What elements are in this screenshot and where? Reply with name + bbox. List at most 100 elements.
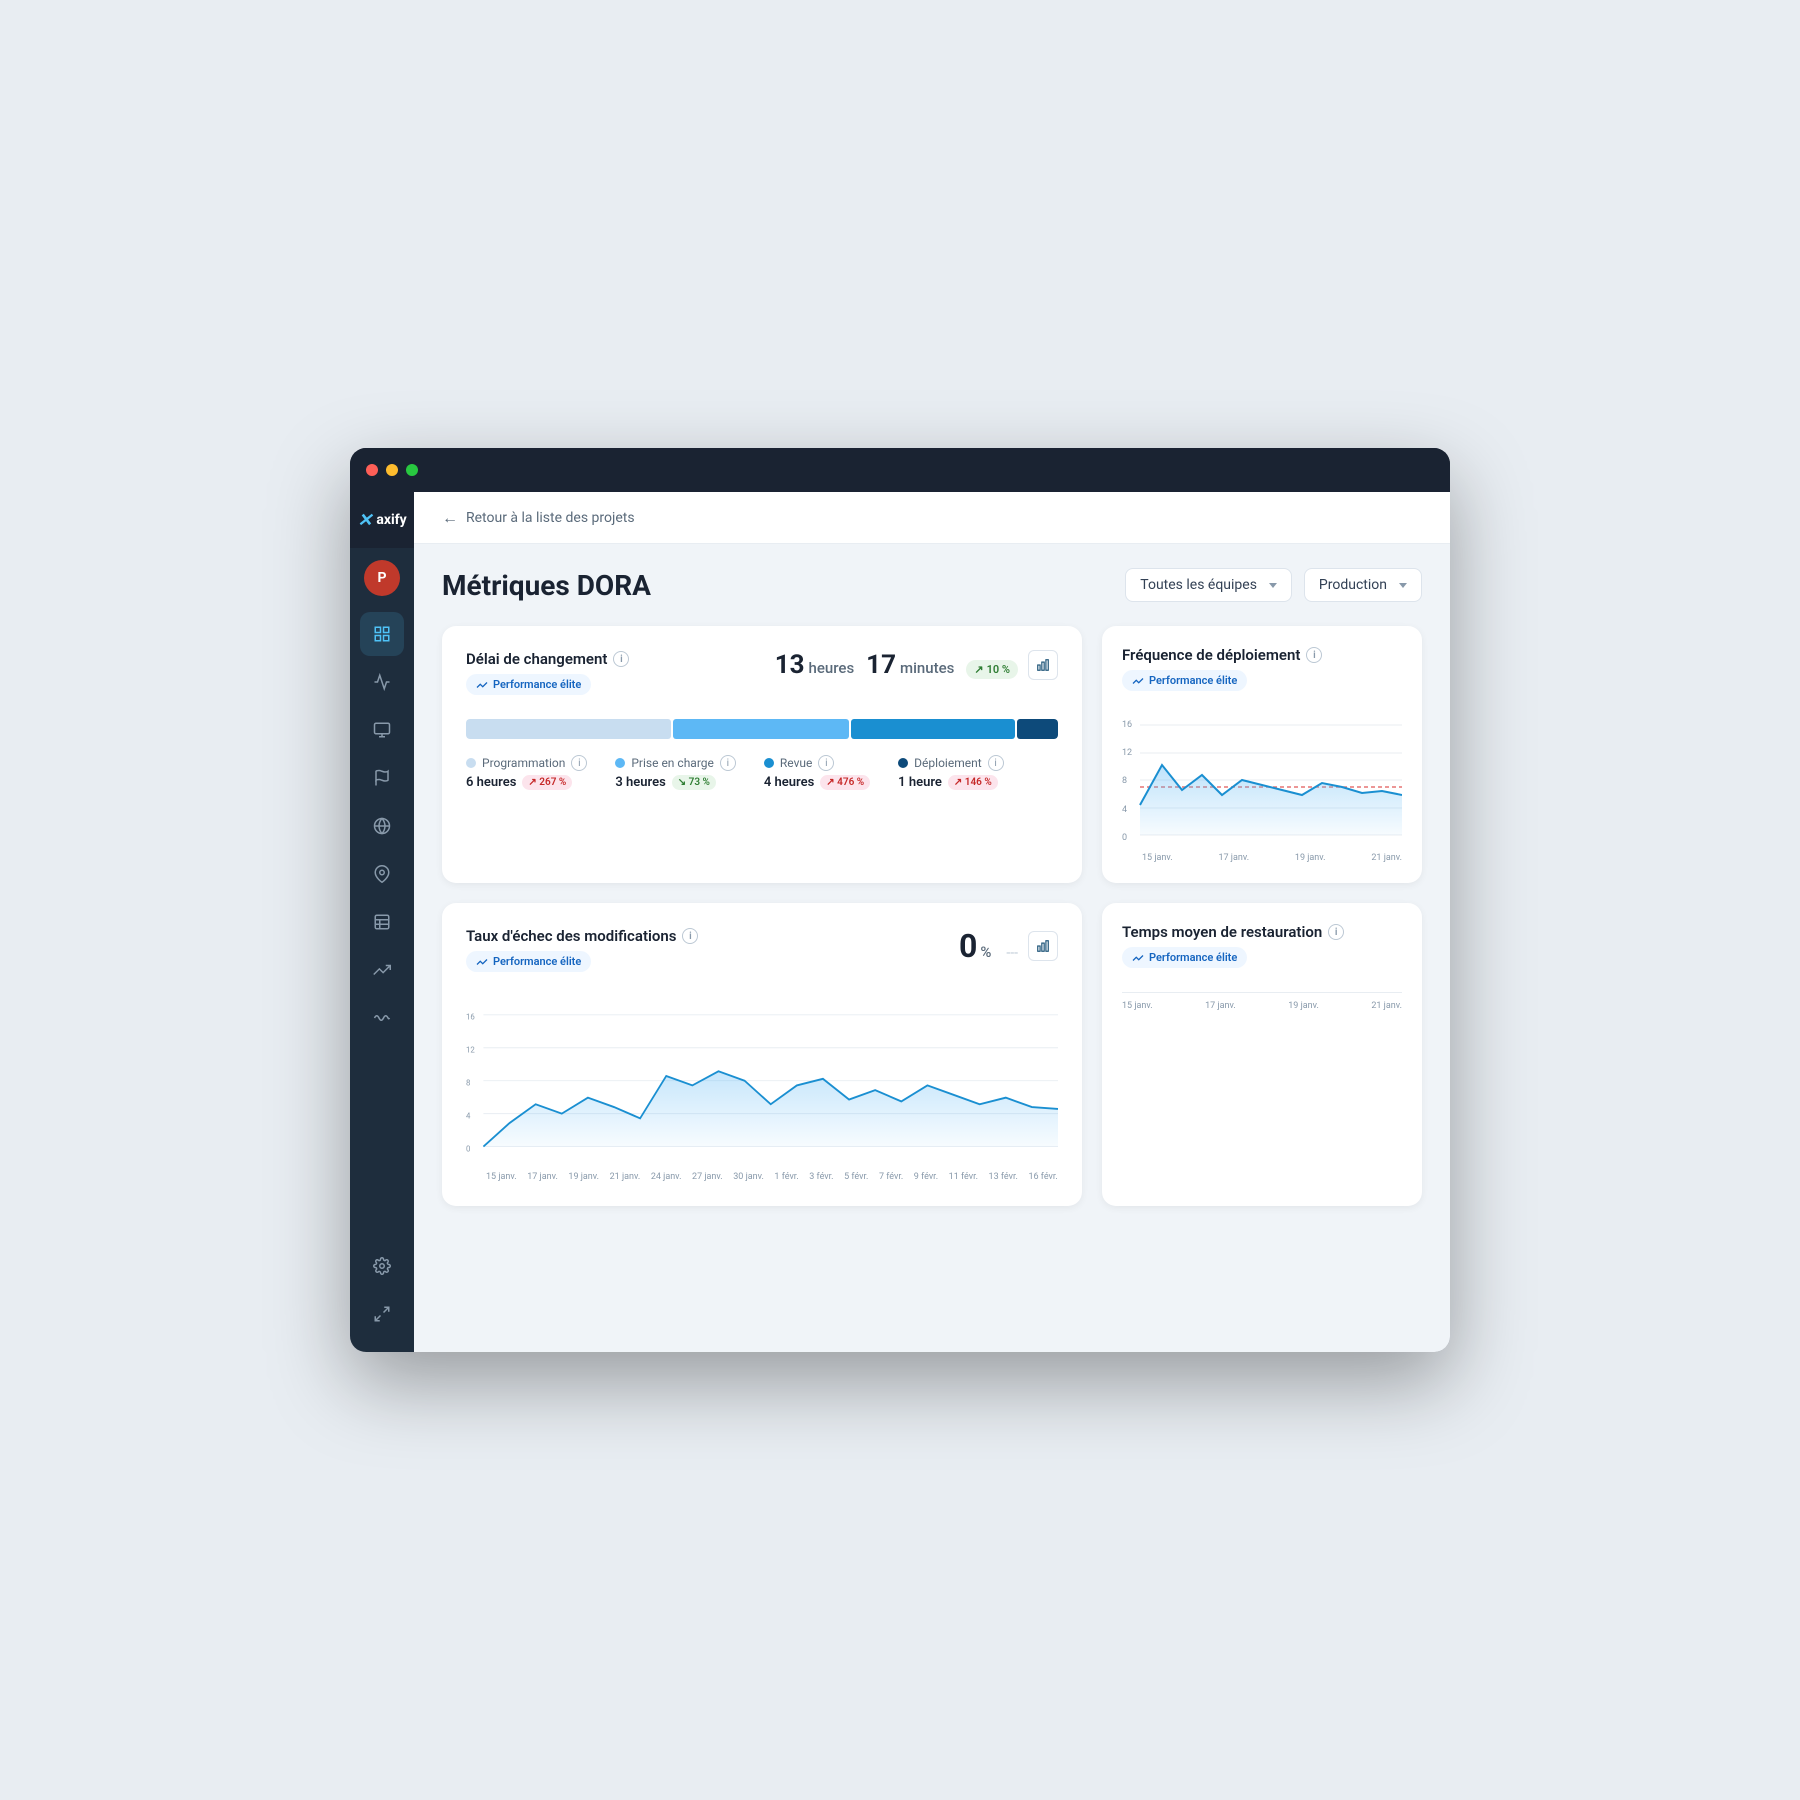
restauration-x-axis: 15 janv. 17 janv. 19 janv. 21 janv. [1122, 1001, 1402, 1011]
stacked-bar-chart: Programmation i 6 heures ↗ 267 % [466, 719, 1058, 790]
svg-text:4: 4 [1122, 805, 1127, 815]
page-body: Métriques DORA Toutes les équipes Produc… [414, 544, 1450, 1352]
svg-text:16: 16 [466, 1011, 475, 1021]
legend-prise: Prise en charge i 3 heures ↘ 73 % [615, 755, 736, 790]
svg-text:12: 12 [1122, 748, 1132, 758]
sidebar-item-analytics[interactable] [360, 948, 404, 992]
sidebar-item-flag[interactable] [360, 756, 404, 800]
changement-hours-unit: heures [809, 659, 855, 677]
sidebar-item-location[interactable] [360, 852, 404, 896]
legend-programmation-badge: ↗ 267 % [522, 775, 572, 790]
sidebar-item-chart[interactable] [360, 660, 404, 704]
legend-revue: Revue i 4 heures ↗ 476 % [764, 755, 870, 790]
svg-text:16: 16 [1122, 720, 1132, 730]
sidebar: ✕ axify P [350, 492, 414, 1352]
legend-programmation-info[interactable]: i [571, 755, 587, 771]
legend-programmation: Programmation i 6 heures ↗ 267 % [466, 755, 587, 790]
filter-env-label: Production [1319, 577, 1387, 593]
restauration-performance-badge: Performance élite [1122, 947, 1247, 968]
changement-value-row: 13 heures 17 minutes ↗ 10 % [775, 650, 1018, 680]
metrics-grid: Délai de changement i Performance élite [442, 626, 1422, 883]
bar-seg-deploiement [1017, 719, 1058, 739]
back-label: Retour à la liste des projets [466, 510, 635, 526]
legend-programmation-value: 6 heures [466, 775, 516, 790]
sidebar-item-metrics[interactable] [360, 708, 404, 752]
page-title: Métriques DORA [442, 569, 651, 602]
top-bar: ← Retour à la liste des projets [414, 492, 1450, 544]
sidebar-item-dashboard[interactable] [360, 612, 404, 656]
legend-deploiement-label: Déploiement i [898, 755, 1003, 771]
changement-hours-value: 13 [775, 650, 805, 680]
frequence-x-axis: 15 janv. 17 janv. 19 janv. 21 janv. [1122, 853, 1402, 863]
legend-deploiement-dot [898, 758, 908, 768]
browser-window: ✕ axify P [350, 448, 1450, 1352]
taux-value: 0 [959, 927, 977, 965]
svg-text:8: 8 [1122, 776, 1127, 786]
metric-card-frequence: Fréquence de déploiement i Performance é… [1102, 626, 1422, 883]
sidebar-nav [360, 604, 404, 1244]
metric-card-changement: Délai de changement i Performance élite [442, 626, 1082, 883]
changement-minutes-value: 17 [866, 650, 896, 680]
legend-programmation-dot [466, 758, 476, 768]
legend-revue-info[interactable]: i [818, 755, 834, 771]
legend-revue-dot [764, 758, 774, 768]
back-link[interactable]: ← Retour à la liste des projets [442, 508, 635, 528]
legend-prise-badge: ↘ 73 % [672, 775, 716, 790]
filter-teams-dropdown[interactable]: Toutes les équipes [1125, 568, 1292, 602]
bar-seg-prise [673, 719, 849, 739]
second-row: Taux d'échec des modifications i Perform… [442, 903, 1422, 1206]
browser-topbar [350, 448, 1450, 492]
legend-deploiement: Déploiement i 1 heure ↗ 146 % [898, 755, 1003, 790]
restauration-title: Temps moyen de restauration i [1122, 923, 1402, 941]
legend-prise-info[interactable]: i [720, 755, 736, 771]
avatar[interactable]: P [364, 560, 400, 596]
stacked-bar [466, 719, 1058, 739]
legend-prise-dot [615, 758, 625, 768]
taux-title: Taux d'échec des modifications i [466, 927, 698, 945]
taux-info-icon[interactable]: i [682, 928, 698, 944]
bar-seg-revue [851, 719, 1015, 739]
taux-chart-btn[interactable] [1028, 931, 1058, 961]
frequence-area-chart: 0 4 8 12 16 [1122, 715, 1402, 845]
chevron-down-icon [1269, 583, 1277, 588]
sidebar-item-table[interactable] [360, 900, 404, 944]
taux-x-axis: 15 janv. 17 janv. 19 janv. 21 janv. 24 j… [466, 1172, 1058, 1182]
logo-icon: ✕ [357, 510, 372, 531]
frequence-info-icon[interactable]: i [1306, 647, 1322, 663]
legend-revue-value: 4 heures [764, 775, 814, 790]
browser-dot-red[interactable] [366, 464, 378, 476]
taux-chart-container: 0 4 8 12 16 [466, 980, 1058, 1182]
sidebar-bottom [360, 1244, 404, 1352]
back-arrow-icon: ← [442, 508, 458, 528]
taux-area-chart: 0 4 8 12 16 [466, 996, 1058, 1156]
changement-performance-badge: Performance élite [466, 674, 591, 695]
metric-card-taux: Taux d'échec des modifications i Perform… [442, 903, 1082, 1206]
taux-trend: --- [1006, 945, 1018, 961]
legend-prise-value: 3 heures [615, 775, 665, 790]
restauration-separator [1122, 992, 1402, 993]
metric-changement-title: Délai de changement i [466, 650, 629, 668]
legend-deploiement-info[interactable]: i [988, 755, 1004, 771]
browser-dot-yellow[interactable] [386, 464, 398, 476]
sidebar-item-expand[interactable] [360, 1292, 404, 1336]
header-filters: Toutes les équipes Production [1125, 568, 1422, 602]
changement-info-icon[interactable]: i [613, 651, 629, 667]
taux-performance-badge: Performance élite [466, 951, 591, 972]
svg-text:8: 8 [466, 1077, 471, 1087]
svg-text:0: 0 [466, 1143, 471, 1153]
main-content: ← Retour à la liste des projets Métrique… [414, 492, 1450, 1352]
bar-seg-programmation [466, 719, 671, 739]
changement-chart-icon-btn[interactable] [1028, 650, 1058, 680]
trend-up-icon: ↗ [974, 663, 983, 676]
legend-programmation-label: Programmation i [466, 755, 587, 771]
chevron-down-icon-2 [1399, 583, 1407, 588]
metric-card-restauration: Temps moyen de restauration i Performanc… [1102, 903, 1422, 1206]
filter-env-dropdown[interactable]: Production [1304, 568, 1422, 602]
sidebar-item-wave[interactable] [360, 996, 404, 1040]
browser-dot-green[interactable] [406, 464, 418, 476]
sidebar-item-globe[interactable] [360, 804, 404, 848]
restauration-info-icon[interactable]: i [1328, 924, 1344, 940]
frequence-chart-container: 0 4 8 12 16 [1122, 703, 1402, 863]
sidebar-item-settings[interactable] [360, 1244, 404, 1288]
legend-deploiement-badge: ↗ 146 % [948, 775, 998, 790]
